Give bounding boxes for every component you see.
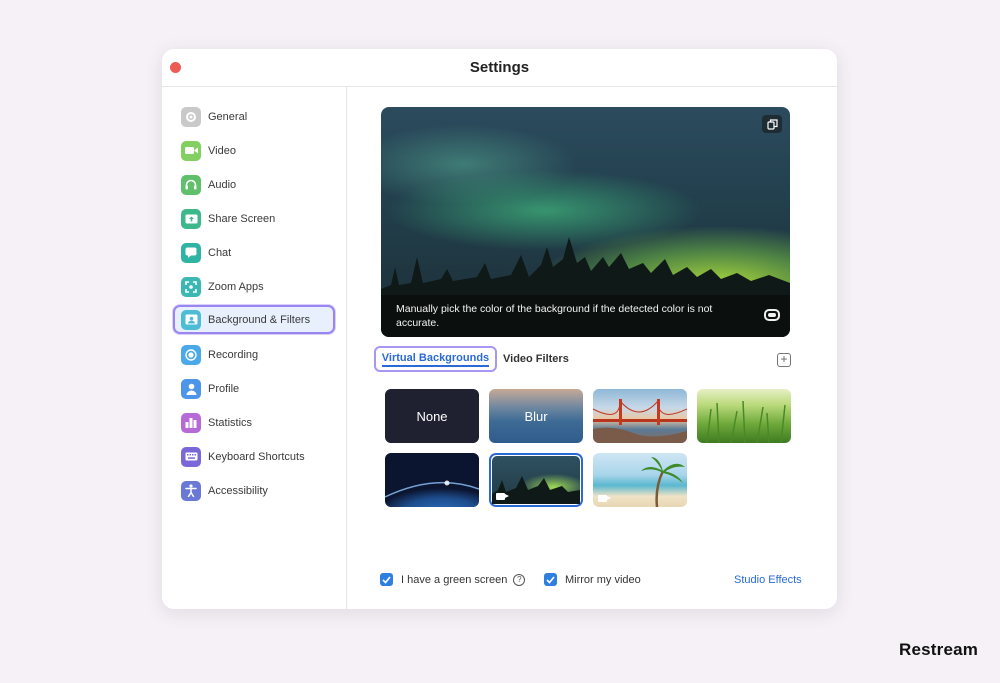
gear-icon: [181, 106, 201, 127]
sidebar-item-video[interactable]: Video: [174, 137, 334, 164]
background-golden-gate-bridge[interactable]: [593, 389, 687, 443]
popout-button[interactable]: [762, 115, 782, 133]
sidebar-item-chat[interactable]: Chat: [174, 239, 334, 266]
bar-chart-icon: [181, 412, 201, 433]
tab-video-filters[interactable]: Video Filters: [503, 346, 569, 372]
sidebar-item-label: Keyboard Shortcuts: [208, 450, 305, 463]
sidebar-item-recording[interactable]: Recording: [174, 341, 334, 368]
share-screen-icon: [181, 208, 201, 229]
keyboard-icon: [181, 446, 201, 467]
video-camera-icon: [598, 495, 611, 502]
grass-image: [706, 400, 786, 443]
background-earth-from-space[interactable]: [385, 453, 479, 507]
sidebar-item-label: Background & Filters: [208, 313, 311, 326]
green-screen-label: I have a green screen: [401, 573, 508, 586]
bridge-image: [593, 399, 687, 443]
sidebar-item-label: Audio: [208, 178, 237, 191]
sidebar-item-label: Zoom Apps: [208, 280, 264, 293]
sidebar-item-label: Accessibility: [208, 484, 268, 497]
sidebar-item-background-filters[interactable]: Background & Filters: [173, 305, 335, 334]
sidebar-item-label: Video: [208, 144, 236, 157]
settings-window: Settings General Video Audio Share Scree…: [162, 49, 837, 609]
sidebar-item-keyboard-shortcuts[interactable]: Keyboard Shortcuts: [174, 443, 334, 470]
add-background-button[interactable]: +: [777, 353, 791, 367]
green-screen-checkbox[interactable]: [380, 573, 393, 586]
video-camera-icon: [496, 493, 509, 500]
tab-virtual-backgrounds[interactable]: Virtual Backgrounds: [374, 346, 497, 372]
chat-bubble-icon: [181, 242, 201, 263]
portrait-icon: [181, 309, 201, 330]
record-icon: [181, 344, 201, 365]
sidebar-item-label: Chat: [208, 246, 232, 259]
window-title: Settings: [469, 59, 530, 76]
help-icon[interactable]: ?: [513, 573, 526, 586]
color-pick-message: Manually pick the color of the backgroun…: [396, 303, 713, 329]
sidebar-item-profile[interactable]: Profile: [174, 375, 334, 402]
settings-sidebar: General Video Audio Share Screen Chat Zo…: [162, 87, 347, 609]
background-none[interactable]: None: [385, 389, 479, 443]
sidebar-item-label: Recording: [208, 348, 259, 361]
sidebar-item-label: Share Screen: [208, 212, 276, 225]
sidebar-item-general[interactable]: General: [174, 103, 334, 130]
sidebar-item-share-screen[interactable]: Share Screen: [174, 205, 334, 232]
restream-logo: Restream: [899, 640, 979, 659]
background-beach-palm[interactable]: [593, 453, 687, 507]
person-icon: [181, 378, 201, 399]
earth-image: [385, 480, 479, 498]
green-screen-option: I have a green screen ?: [380, 573, 526, 586]
background-blur-label: Blur: [524, 408, 548, 424]
background-northern-lights-selected[interactable]: [489, 453, 583, 507]
mirror-video-label: Mirror my video: [565, 573, 641, 586]
tab-label: Virtual Backgrounds: [381, 352, 490, 367]
sidebar-item-statistics[interactable]: Statistics: [174, 409, 334, 436]
color-picker-button[interactable]: [764, 309, 780, 321]
studio-effects-link[interactable]: Studio Effects: [734, 574, 802, 586]
sidebar-item-label: Profile: [208, 382, 240, 395]
background-grass[interactable]: [697, 389, 791, 443]
mirror-video-option: Mirror my video: [544, 573, 641, 586]
mirror-video-checkbox[interactable]: [544, 573, 557, 586]
sidebar-item-label: General: [208, 110, 248, 123]
close-window-button[interactable]: [170, 62, 181, 73]
video-preview: Manually pick the color of the backgroun…: [381, 107, 790, 337]
sidebar-item-audio[interactable]: Audio: [174, 171, 334, 198]
sidebar-item-zoom-apps[interactable]: Zoom Apps: [174, 273, 334, 300]
background-none-label: None: [416, 408, 448, 424]
accessibility-icon: [181, 480, 201, 501]
apps-icon: [181, 276, 201, 297]
title-bar: Settings: [162, 49, 837, 87]
video-camera-icon: [181, 140, 201, 161]
sidebar-item-label: Statistics: [208, 416, 253, 429]
sidebar-item-accessibility[interactable]: Accessibility: [174, 477, 334, 504]
headphones-icon: [181, 174, 201, 195]
color-pick-banner: Manually pick the color of the backgroun…: [381, 295, 790, 337]
background-filters-panel: Manually pick the color of the backgroun…: [348, 87, 837, 609]
background-blur[interactable]: Blur: [489, 389, 583, 443]
